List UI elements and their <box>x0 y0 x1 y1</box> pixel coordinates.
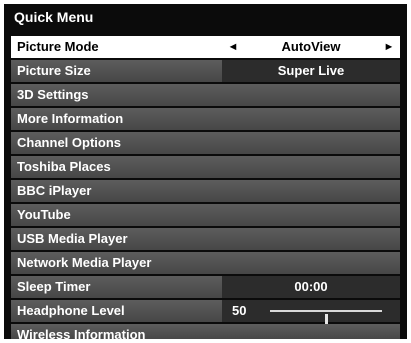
menu-item-usb-media-player[interactable]: USB Media Player <box>11 228 400 250</box>
menu-item-label: More Information <box>17 111 124 126</box>
menu-item-picture-size[interactable]: Picture Size Super Live <box>11 60 400 82</box>
menu-item-toshiba-places[interactable]: Toshiba Places <box>11 156 400 178</box>
menu-item-label: 3D Settings <box>17 87 89 102</box>
menu-item-label: Picture Mode <box>17 39 99 54</box>
menu-item-channel-options[interactable]: Channel Options <box>11 132 400 154</box>
menu-item-headphone-level[interactable]: Headphone Level 50 <box>11 300 400 328</box>
menu-item-bbc-iplayer[interactable]: BBC iPlayer <box>11 180 400 202</box>
headphone-level-value: 50 <box>232 303 247 318</box>
menu-item-label: USB Media Player <box>17 231 128 246</box>
arrow-right-icon[interactable]: ► <box>382 36 396 58</box>
menu-item-label: Network Media Player <box>17 255 152 270</box>
menu-item-picture-mode[interactable]: Picture Mode ◄ AutoView ► <box>11 36 400 58</box>
menu-item-label: Channel Options <box>17 135 121 150</box>
menu-title: Quick Menu <box>14 9 94 25</box>
picture-mode-value: AutoView <box>281 39 341 54</box>
menu-item-3d-settings[interactable]: 3D Settings <box>11 84 400 106</box>
sleep-timer-value: 00:00 <box>222 276 400 298</box>
menu-item-more-information[interactable]: More Information <box>11 108 400 130</box>
menu-item-label: Wireless Information <box>17 327 146 339</box>
arrow-left-icon[interactable]: ◄ <box>226 36 240 58</box>
menu-item-label: Sleep Timer <box>17 279 91 294</box>
picture-size-value: Super Live <box>222 60 400 82</box>
headphone-level-slider[interactable] <box>270 310 382 328</box>
picture-mode-selector[interactable]: ◄ AutoView ► <box>222 36 400 58</box>
quick-menu-panel: Quick Menu Picture Mode ◄ AutoView ► Pic… <box>4 4 407 339</box>
menu-item-youtube[interactable]: YouTube <box>11 204 400 226</box>
menu-item-label: Headphone Level <box>17 303 125 318</box>
menu-item-wireless-information[interactable]: Wireless Information <box>11 324 400 339</box>
menu-item-label: Toshiba Places <box>17 159 111 174</box>
headphone-level-control[interactable]: 50 <box>222 300 400 328</box>
menu-item-label: Picture Size <box>17 63 91 78</box>
menu-item-network-media-player[interactable]: Network Media Player <box>11 252 400 274</box>
menu-item-label: BBC iPlayer <box>17 183 92 198</box>
menu-item-label: YouTube <box>17 207 71 222</box>
menu-item-sleep-timer[interactable]: Sleep Timer 00:00 <box>11 276 400 298</box>
